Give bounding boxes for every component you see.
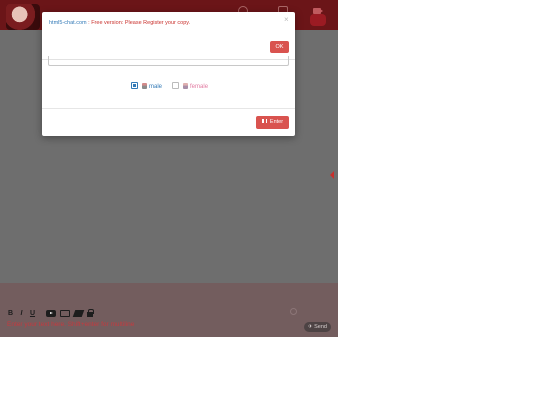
- youtube-icon[interactable]: [46, 310, 56, 317]
- header-image: [6, 4, 40, 30]
- format-toolbar: B I U: [7, 309, 94, 317]
- male-label[interactable]: male: [149, 84, 162, 90]
- send-label: Send: [314, 324, 327, 330]
- send-button[interactable]: ✈ Send: [304, 322, 331, 332]
- emoji-icon[interactable]: [290, 308, 297, 315]
- register-modal: × html5-chat.com : Free version: Please …: [42, 12, 295, 136]
- ok-button[interactable]: OK: [270, 41, 289, 53]
- male-avatar-icon: [142, 82, 147, 89]
- license-notice: html5-chat.com : Free version: Please Re…: [49, 20, 190, 26]
- chat-footer: B I U Enter your text here. Shift+enter …: [0, 283, 338, 337]
- username-field[interactable]: [48, 56, 289, 66]
- divider: [42, 108, 295, 109]
- bold-icon[interactable]: B: [7, 310, 14, 317]
- underline-icon[interactable]: U: [29, 310, 36, 317]
- chat-input[interactable]: Enter your text here. Shift+enter for mu…: [7, 321, 287, 328]
- eraser-icon[interactable]: [72, 310, 85, 317]
- webcam-badge: [310, 14, 326, 26]
- image-icon[interactable]: [60, 310, 70, 317]
- italic-icon[interactable]: I: [18, 310, 25, 317]
- gender-selector: male female: [131, 81, 208, 90]
- female-avatar-icon: [183, 82, 189, 89]
- male-checkbox[interactable]: [131, 82, 138, 89]
- close-icon[interactable]: ×: [284, 16, 289, 24]
- sign-in-icon: [261, 119, 267, 123]
- collapse-panel-icon[interactable]: [330, 171, 334, 179]
- enter-button[interactable]: Enter: [256, 116, 289, 129]
- notice-text: : Free version: Please Register your cop…: [86, 20, 191, 26]
- female-checkbox[interactable]: [172, 82, 180, 89]
- enter-label: Enter: [269, 119, 284, 125]
- site-link[interactable]: html5-chat.com: [49, 20, 87, 26]
- female-label[interactable]: female: [190, 84, 208, 90]
- lock-icon[interactable]: [87, 309, 94, 317]
